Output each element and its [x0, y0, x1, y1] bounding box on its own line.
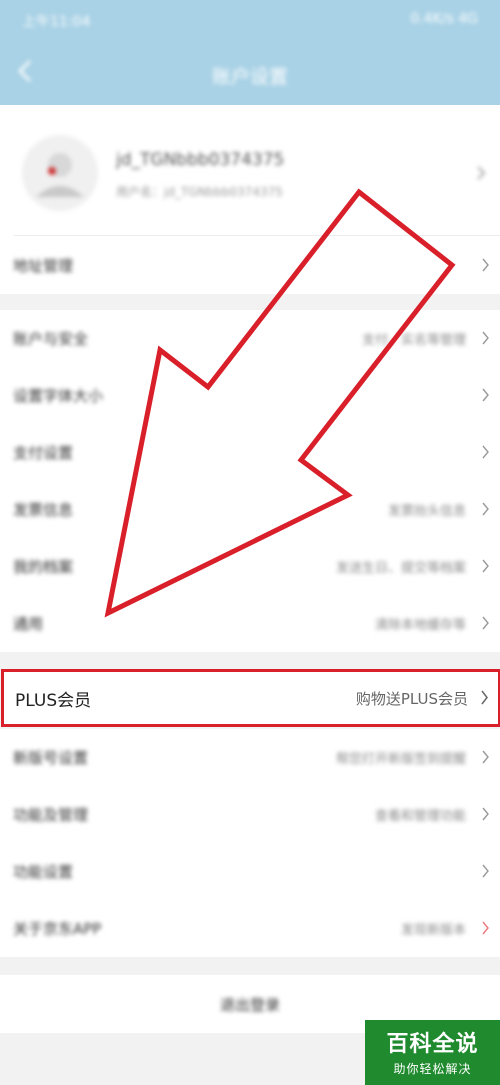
status-time: 上午11:04	[22, 14, 91, 30]
avatar-illustration-icon	[22, 135, 98, 211]
settings-row-account-security[interactable]: 账户与安全 支付、实名等管理	[0, 310, 500, 367]
page-title: 账户设置	[211, 66, 288, 88]
profile-account-name: 用户名：jd_TGNbbb0374375	[116, 185, 283, 199]
row-value: 清除本地缓存等	[374, 618, 466, 633]
chevron-right-icon	[477, 166, 486, 180]
plus-member-value: 购物送PLUS会员	[355, 690, 468, 708]
watermark-title: 百科全说	[386, 1032, 479, 1057]
settings-row-payment[interactable]: 支付设置	[0, 424, 500, 481]
row-label: 功能及管理	[13, 806, 89, 824]
chevron-right-icon	[482, 807, 489, 821]
row-label: 新版号设置	[13, 749, 89, 767]
row-value: 发送生日、提交等档案	[335, 561, 466, 576]
row-value: 发现新版本	[400, 923, 466, 938]
row-value: 支付、实名等管理	[361, 333, 466, 348]
nav-bar: 账户设置	[0, 40, 500, 105]
chevron-right-icon	[482, 445, 489, 459]
chevron-right-icon	[482, 388, 489, 402]
row-label: 设置字体大小	[13, 387, 104, 405]
chevron-right-icon	[482, 921, 489, 935]
settings-row-profile-archive[interactable]: 我的档案 发送生日、提交等档案	[0, 538, 500, 595]
chevron-right-icon	[482, 864, 489, 878]
chevron-right-icon	[482, 616, 489, 630]
row-label: 功能设置	[13, 863, 74, 881]
settings-row-font-size[interactable]: 设置字体大小	[0, 367, 500, 424]
row-label: 账户与安全	[13, 330, 89, 348]
row-label: 地址管理	[13, 257, 74, 275]
profile-username: jd_TGNbbb0374375	[116, 150, 285, 170]
settings-row-new-version[interactable]: 新版号设置 帮您打开新版签到提醒	[0, 729, 500, 786]
plus-member-label: PLUS会员	[15, 691, 92, 711]
status-indicators: 0.4K/s 4G	[410, 11, 478, 27]
settings-row-about-app[interactable]: 关于京东APP 发现新版本	[0, 900, 500, 957]
row-value: 发票抬头信息	[387, 504, 466, 519]
settings-row-plus-member[interactable]: PLUS会员 购物送PLUS会员	[1, 669, 500, 727]
divider	[14, 235, 500, 236]
settings-row-feature-management[interactable]: 功能及管理 查看和管理功能	[0, 786, 500, 843]
settings-row-feature-settings[interactable]: 功能设置	[0, 843, 500, 900]
chevron-right-icon	[482, 750, 489, 764]
chevron-right-icon	[481, 690, 488, 705]
row-value: 帮您打开新版签到提醒	[335, 752, 466, 767]
chevron-right-icon	[482, 502, 489, 516]
avatar[interactable]	[22, 135, 98, 211]
chevron-right-icon	[482, 331, 489, 345]
chevron-right-icon	[482, 559, 489, 573]
row-label: 关于京东APP	[13, 920, 102, 938]
row-label: 发票信息	[13, 501, 74, 519]
row-value: 查看和管理功能	[374, 809, 466, 824]
chevron-right-icon	[482, 258, 489, 272]
settings-row-general[interactable]: 通用 清除本地缓存等	[0, 595, 500, 652]
status-bar: 上午11:04 0.4K/s 4G	[0, 0, 500, 40]
settings-row-address[interactable]: 地址管理	[0, 237, 500, 294]
settings-row-invoice[interactable]: 发票信息 发票抬头信息	[0, 481, 500, 538]
watermark-subtitle: 助你轻松解决	[393, 1062, 472, 1076]
watermark-logo: 百科全说 助你轻松解决	[365, 1020, 500, 1085]
logout-label: 退出登录	[219, 996, 280, 1014]
row-label: 支付设置	[13, 444, 74, 462]
row-label: 我的档案	[13, 558, 74, 576]
row-label: 通用	[13, 615, 44, 633]
